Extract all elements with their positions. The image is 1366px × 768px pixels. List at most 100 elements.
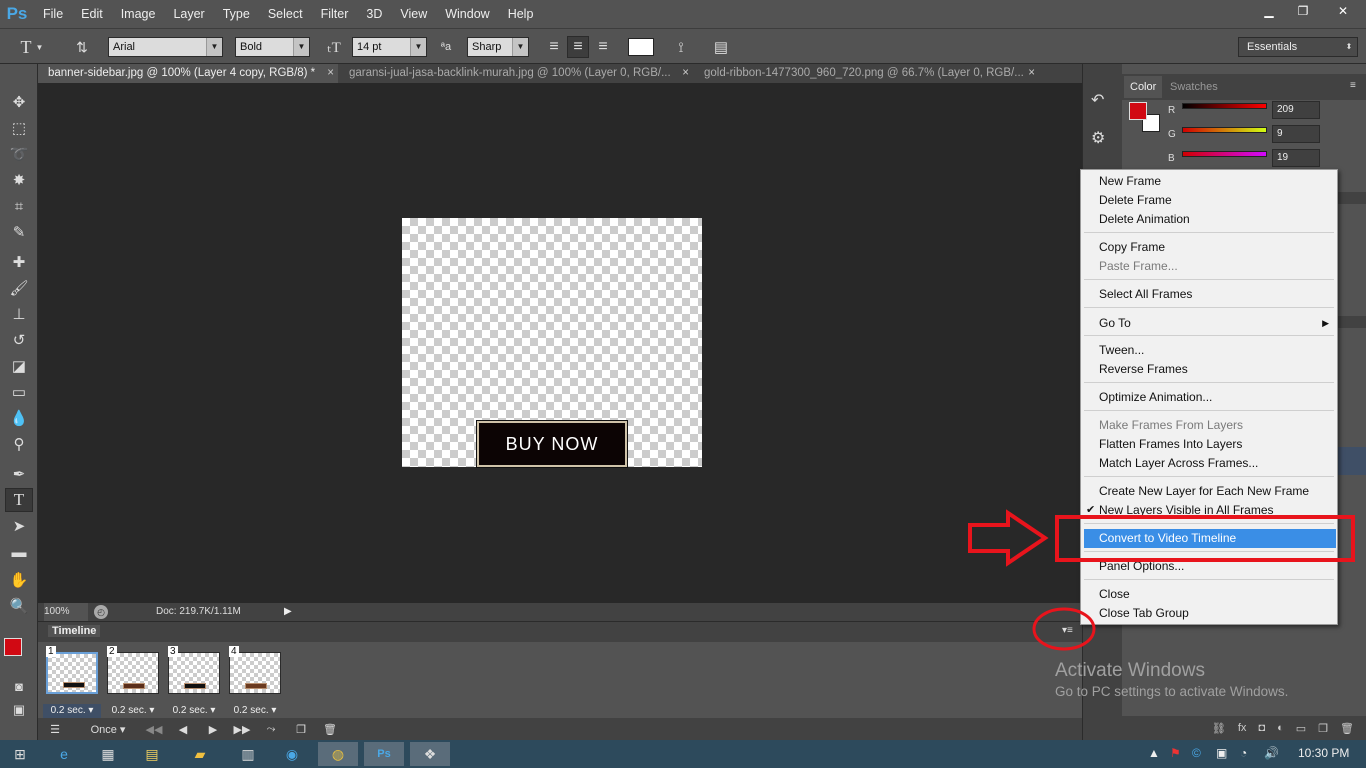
move-tool-icon[interactable]: ✥ xyxy=(5,90,33,114)
menu-item-convert-to-video-timeline[interactable]: Convert to Video Timeline xyxy=(1084,529,1336,548)
history-brush-tool-icon[interactable]: ↺ xyxy=(5,328,33,352)
menu-item-copy-frame[interactable]: Copy Frame xyxy=(1081,238,1337,257)
show-hidden-icons[interactable]: ▲ xyxy=(1148,746,1160,760)
restore-button[interactable]: ❐ xyxy=(1286,0,1320,22)
antialias-select[interactable]: Sharp ▼ xyxy=(467,37,529,57)
tab-color[interactable]: Color xyxy=(1124,76,1163,98)
frame-delay[interactable]: 0.2 sec. ▾ xyxy=(43,704,101,718)
status-info-icon[interactable]: ◴ xyxy=(94,605,108,619)
font-style-select[interactable]: Bold ▼ xyxy=(235,37,310,57)
menu-image[interactable]: Image xyxy=(112,0,165,28)
align-right-icon[interactable]: ≡ xyxy=(593,36,613,58)
link-layers-icon[interactable]: ⛓ xyxy=(1212,722,1226,735)
menu-layer[interactable]: Layer xyxy=(164,0,213,28)
new-layer-icon[interactable]: ❐ xyxy=(1318,722,1328,735)
menu-item-close-tab-group[interactable]: Close Tab Group xyxy=(1081,604,1337,623)
animation-frame[interactable]: 3 0.2 sec. ▾ xyxy=(165,644,223,720)
next-frame-icon[interactable]: ▶▶ xyxy=(232,721,252,738)
add-mask-icon[interactable]: ◘ xyxy=(1258,722,1265,734)
menu-item-close[interactable]: Close xyxy=(1081,585,1337,604)
menu-item-reverse-frames[interactable]: Reverse Frames xyxy=(1081,360,1337,379)
clone-stamp-tool-icon[interactable]: ⊥ xyxy=(5,302,33,326)
menu-edit[interactable]: Edit xyxy=(72,0,112,28)
menu-help[interactable]: Help xyxy=(499,0,543,28)
text-orientation-icon[interactable]: ⇅ xyxy=(70,36,94,58)
close-button[interactable]: ✕ xyxy=(1320,0,1366,22)
photoshop-taskbar-icon[interactable]: Ps xyxy=(364,742,404,766)
blur-tool-icon[interactable]: 💧 xyxy=(5,406,33,430)
new-group-icon[interactable]: ▭ xyxy=(1296,722,1306,735)
rectangle-tool-icon[interactable]: ▬ xyxy=(5,540,33,564)
action-center-icon[interactable]: ⚑ xyxy=(1170,746,1181,760)
loop-select[interactable]: Once ▾ xyxy=(76,721,140,738)
animation-frame[interactable]: 4 0.2 sec. ▾ xyxy=(226,644,284,720)
file-explorer-icon[interactable]: ▰ xyxy=(180,742,220,766)
dodge-tool-icon[interactable]: ⚲ xyxy=(5,432,33,456)
browser-icon[interactable]: ◉ xyxy=(272,742,312,766)
green-value-field[interactable]: 9 xyxy=(1272,125,1320,143)
play-right-icon[interactable]: ▶ xyxy=(284,603,296,621)
menu-file[interactable]: File xyxy=(34,0,72,28)
history-panel-icon[interactable]: ↶ xyxy=(1091,90,1104,110)
close-tab-icon[interactable]: × xyxy=(1028,64,1035,83)
panel-menu-icon[interactable]: ▾≡ xyxy=(1062,625,1073,636)
pen-tool-icon[interactable]: ✒ xyxy=(5,462,33,486)
menu-item-go-to[interactable]: Go To ▶ xyxy=(1081,314,1337,333)
type-tool-preset-icon[interactable]: T ▼ xyxy=(18,36,46,58)
menu-item-create-new-layer-each-frame[interactable]: Create New Layer for Each New Frame xyxy=(1081,482,1337,501)
quick-mask-icon[interactable]: ◙ xyxy=(5,674,33,698)
red-value-field[interactable]: 209 xyxy=(1272,101,1320,119)
align-center-icon[interactable]: ≡ xyxy=(567,36,589,58)
calculator-icon[interactable]: ▦ xyxy=(88,742,128,766)
lasso-tool-icon[interactable]: ➰ xyxy=(5,142,33,166)
zoom-level[interactable]: 100% xyxy=(44,603,88,621)
play-icon[interactable]: ▶ xyxy=(204,721,222,738)
menu-filter[interactable]: Filter xyxy=(312,0,358,28)
menu-item-flatten-frames[interactable]: Flatten Frames Into Layers xyxy=(1081,435,1337,454)
layer-style-icon[interactable]: fx xyxy=(1238,722,1247,734)
eraser-tool-icon[interactable]: ◪ xyxy=(5,354,33,378)
align-left-icon[interactable]: ≡ xyxy=(544,36,564,58)
sticky-notes-icon[interactable]: ▤ xyxy=(132,742,172,766)
green-slider[interactable] xyxy=(1182,127,1267,133)
tray-app-icon[interactable]: © xyxy=(1192,746,1201,760)
menu-item-tween[interactable]: Tween... xyxy=(1081,341,1337,360)
delete-layer-icon[interactable]: 🗑 xyxy=(1340,722,1354,735)
chrome-icon[interactable]: ◍ xyxy=(318,742,358,766)
foreground-color-swatch[interactable] xyxy=(4,638,22,656)
screen-mode-icon[interactable]: ▣ xyxy=(5,698,33,722)
tab-document[interactable]: gold-ribbon-1477300_960_720.png @ 66.7% … xyxy=(694,64,1039,83)
blue-slider[interactable] xyxy=(1182,151,1267,157)
minimize-button[interactable]: ▁ xyxy=(1252,0,1286,22)
animation-frame[interactable]: 2 0.2 sec. ▾ xyxy=(104,644,162,720)
text-color-swatch[interactable] xyxy=(628,38,654,56)
frame-delay[interactable]: 0.2 sec. ▾ xyxy=(165,704,223,718)
blue-value-field[interactable]: 19 xyxy=(1272,149,1320,167)
internet-explorer-icon[interactable]: e xyxy=(44,742,84,766)
font-size-select[interactable]: 14 pt ▼ xyxy=(352,37,427,57)
tab-document[interactable]: banner-sidebar.jpg @ 100% (Layer 4 copy,… xyxy=(38,64,338,83)
app-taskbar-icon[interactable]: ❖ xyxy=(410,742,450,766)
menu-item-delete-animation[interactable]: Delete Animation xyxy=(1081,210,1337,229)
notepad-icon[interactable]: ▥ xyxy=(228,742,268,766)
healing-brush-tool-icon[interactable]: ✚ xyxy=(5,250,33,274)
warp-text-icon[interactable]: ⟟ xyxy=(670,36,692,58)
volume-icon[interactable]: 🔊 xyxy=(1264,746,1279,760)
duplicate-frame-icon[interactable]: ❐ xyxy=(292,721,310,738)
hand-tool-icon[interactable]: ✋ xyxy=(5,568,33,592)
workspace-select[interactable]: Essentials ⬍ xyxy=(1238,37,1358,57)
menu-view[interactable]: View xyxy=(391,0,436,28)
menu-item-new-frame[interactable]: New Frame xyxy=(1081,172,1337,191)
tab-swatches[interactable]: Swatches xyxy=(1164,76,1224,98)
crop-tool-icon[interactable]: ⌗ xyxy=(5,194,33,218)
eyedropper-tool-icon[interactable]: ✎ xyxy=(5,220,33,244)
frame-delay[interactable]: 0.2 sec. ▾ xyxy=(226,704,284,718)
path-selection-tool-icon[interactable]: ➤ xyxy=(5,514,33,538)
close-tab-icon[interactable]: × xyxy=(682,64,689,83)
menu-item-panel-options[interactable]: Panel Options... xyxy=(1081,557,1337,576)
previous-frame-icon[interactable]: ◀ xyxy=(174,721,192,738)
menu-item-match-layer[interactable]: Match Layer Across Frames... xyxy=(1081,454,1337,473)
zoom-tool-icon[interactable]: 🔍 xyxy=(5,594,33,618)
frame-delay[interactable]: 0.2 sec. ▾ xyxy=(104,704,162,718)
font-family-select[interactable]: Arial ▼ xyxy=(108,37,223,57)
